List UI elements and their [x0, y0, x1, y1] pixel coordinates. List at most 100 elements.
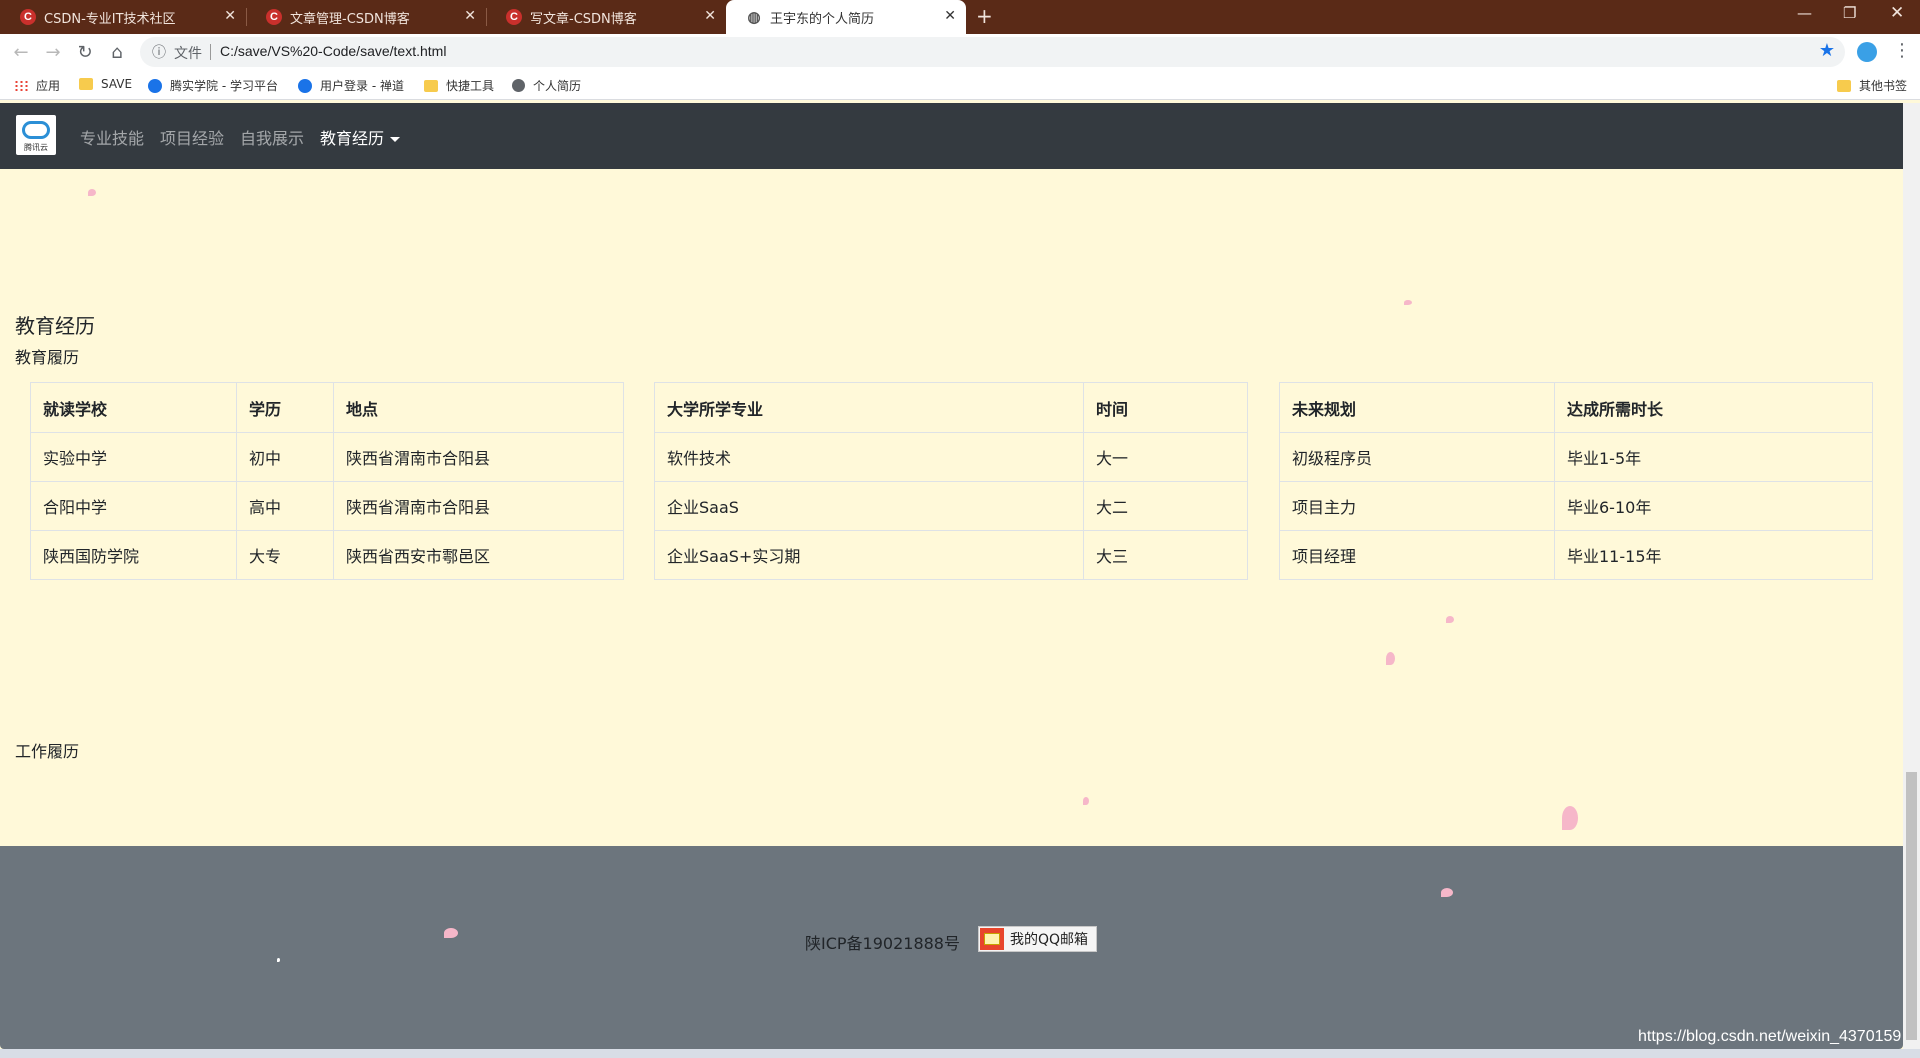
close-tab-icon[interactable]: ✕ [224, 8, 236, 24]
table-row: 项目经理 毕业11-15年 [1279, 530, 1873, 580]
icp-license[interactable]: 陕ICP备19021888号 [805, 930, 960, 954]
nav-dropdown-education[interactable]: 教育经历 [320, 125, 401, 149]
table-header-row: 未来规划 达成所需时长 [1279, 382, 1873, 433]
bookmark-item[interactable]: 快捷工具 [424, 77, 494, 94]
scrollbar-thumb[interactable] [1906, 772, 1917, 1040]
bookmark-item[interactable]: SAVE [79, 77, 132, 91]
info-icon[interactable]: ⓘ [152, 42, 166, 62]
column-header: 地点 [333, 382, 624, 433]
plan-table: 未来规划 达成所需时长 初级程序员 毕业1-5年 项目主力 毕业6-10年 项目… [1279, 382, 1873, 580]
table-row: 实验中学 初中 陕西省渭南市合阳县 [30, 432, 624, 482]
table-header-row: 就读学校 学历 地点 [30, 382, 624, 433]
address-bar[interactable]: ⓘ 文件 C:/save/VS%20-Code/save/text.html ★ [140, 37, 1845, 67]
table-row: 软件技术 大一 [654, 432, 1248, 482]
bookmark-item[interactable]: 腾实学院 - 学习平台 [148, 77, 278, 94]
bookmark-label: 腾实学院 - 学习平台 [170, 79, 278, 93]
apps-grid-icon [14, 79, 28, 92]
folder-icon [1837, 79, 1851, 92]
logo-text: 腾讯云 [24, 143, 48, 152]
bookmark-item[interactable]: 个人简历 [512, 77, 581, 94]
qq-mail-button[interactable]: 我的QQ邮箱 [978, 926, 1098, 952]
back-arrow-icon[interactable]: ← [9, 40, 33, 64]
restore-icon[interactable]: ❐ [1843, 4, 1856, 22]
close-tab-icon[interactable]: ✕ [704, 8, 716, 24]
table-row: 企业SaaS 大二 [654, 481, 1248, 531]
table-cell: 软件技术 [654, 432, 1084, 482]
close-window-icon[interactable]: ✕ [1890, 3, 1904, 23]
bookmark-item[interactable]: 应用 [14, 77, 60, 94]
close-tab-icon[interactable]: ✕ [464, 8, 476, 24]
globe-icon [512, 79, 525, 92]
browser-tab[interactable]: C 写文章-CSDN博客 ✕ [486, 0, 726, 34]
column-header: 达成所需时长 [1554, 382, 1873, 433]
petal-decoration [1441, 888, 1453, 897]
petal-decoration [1404, 300, 1412, 305]
minimize-icon[interactable]: — [1797, 4, 1812, 22]
table-cell: 大专 [236, 530, 334, 580]
browser-tab[interactable]: C CSDN-专业IT技术社区 ✕ [0, 0, 247, 34]
column-header: 就读学校 [30, 382, 237, 433]
table-cell: 合阳中学 [30, 481, 237, 531]
csdn-favicon-icon: C [506, 9, 522, 25]
bookmark-label: 应用 [36, 79, 61, 93]
url-text[interactable]: C:/save/VS%20-Code/save/text.html [220, 43, 446, 59]
table-row: 项目主力 毕业6-10年 [1279, 481, 1873, 531]
nav-link-skills[interactable]: 专业技能 [80, 125, 144, 149]
table-cell: 毕业11-15年 [1554, 530, 1873, 580]
column-header: 学历 [236, 382, 334, 433]
bookmark-label: 个人简历 [533, 79, 582, 93]
bookmark-star-icon[interactable]: ★ [1819, 40, 1835, 61]
csdn-favicon-icon: C [20, 9, 36, 25]
table-cell: 大一 [1083, 432, 1248, 482]
table-cell: 陕西省西安市鄠邑区 [333, 530, 624, 580]
nav-link-projects[interactable]: 项目经验 [160, 125, 224, 149]
petal-decoration [1083, 797, 1089, 805]
petal-decoration [444, 928, 458, 938]
browser-tab[interactable]: C 文章管理-CSDN博客 ✕ [246, 0, 487, 34]
table-cell: 毕业6-10年 [1554, 481, 1873, 531]
bookmark-item[interactable]: 用户登录 - 禅道 [298, 77, 404, 94]
tab-title: 文章管理-CSDN博客 [290, 11, 410, 27]
reload-icon[interactable]: ↻ [73, 40, 97, 64]
table-row: 陕西国防学院 大专 陕西省西安市鄠邑区 [30, 530, 624, 580]
edu-subtitle: 教育履历 [15, 348, 80, 367]
tab-title: CSDN-专业IT技术社区 [44, 11, 176, 27]
table-cell: 大三 [1083, 530, 1248, 580]
table-row: 企业SaaS+实习期 大三 [654, 530, 1248, 580]
major-table: 大学所学专业 时间 软件技术 大一 企业SaaS 大二 企业SaaS+实习期 大… [654, 382, 1248, 580]
folder-icon [79, 78, 93, 90]
new-tab-icon[interactable]: + [976, 4, 993, 28]
table-cell: 企业SaaS [654, 481, 1084, 531]
csdn-favicon-icon: C [266, 9, 282, 25]
extension-icon[interactable] [1857, 42, 1877, 62]
tab-title: 王宇东的个人简历 [770, 11, 875, 27]
home-icon[interactable]: ⌂ [105, 40, 129, 64]
browser-menu-icon[interactable]: ⋮ [1893, 40, 1911, 61]
security-label: 文件 [174, 46, 202, 62]
table-cell: 项目经理 [1279, 530, 1555, 580]
nav-link-showcase[interactable]: 自我展示 [240, 125, 304, 149]
forward-arrow-icon[interactable]: → [41, 40, 65, 64]
site-icon [148, 78, 162, 93]
column-header: 时间 [1083, 382, 1248, 433]
browser-tab-active[interactable]: ◍ 王宇东的个人简历 ✕ [726, 0, 966, 34]
table-cell: 陕西省渭南市合阳县 [333, 432, 624, 482]
petal-decoration [1386, 652, 1395, 665]
column-header: 大学所学专业 [654, 382, 1084, 433]
close-tab-icon[interactable]: ✕ [944, 8, 956, 24]
table-row: 合阳中学 高中 陕西省渭南市合阳县 [30, 481, 624, 531]
caret-down-icon [390, 137, 401, 142]
table-cell: 大二 [1083, 481, 1248, 531]
bookmark-label: 用户登录 - 禅道 [320, 79, 404, 93]
address-divider [210, 44, 211, 60]
other-bookmarks[interactable]: 其他书签 [1837, 77, 1907, 94]
qq-mail-label: 我的QQ邮箱 [1010, 932, 1089, 948]
table-cell: 企业SaaS+实习期 [654, 530, 1084, 580]
blog-watermark: https://blog.csdn.net/weixin_4370159 [1638, 1028, 1902, 1045]
tab-strip: C CSDN-专业IT技术社区 ✕ C 文章管理-CSDN博客 ✕ C 写文章-… [0, 0, 1920, 34]
nav-link-label: 教育经历 [320, 129, 385, 148]
brand-logo[interactable]: 腾讯云 [16, 115, 56, 155]
page-footer: 陕ICP备19021888号 我的QQ邮箱 [0, 846, 1903, 1049]
petal-decoration [1562, 806, 1578, 830]
bookmark-label: 其他书签 [1859, 79, 1908, 93]
